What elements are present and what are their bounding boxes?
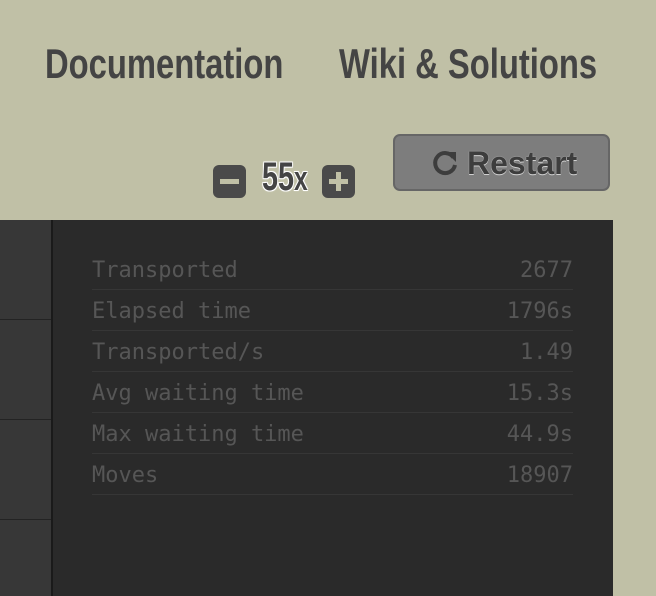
floor-1 xyxy=(0,220,51,320)
stat-row-max-waiting-time: Max waiting time 44.9s xyxy=(92,414,573,454)
stat-value: 15.3s xyxy=(506,381,573,406)
stat-label: Moves xyxy=(92,463,159,488)
documentation-link[interactable]: Documentation xyxy=(45,40,283,88)
speed-multiplier: 55x xyxy=(262,155,308,200)
stat-row-transported-per-second: Transported/s 1.49 xyxy=(92,332,573,372)
stat-label: Transported xyxy=(92,258,238,283)
floor-3 xyxy=(0,420,51,520)
stat-value: 1.49 xyxy=(520,340,573,365)
restart-button[interactable]: Restart xyxy=(393,134,610,191)
restart-label: Restart xyxy=(467,145,578,181)
speed-value-suffix: x xyxy=(294,160,308,198)
stat-label: Avg waiting time xyxy=(92,381,304,406)
stat-label: Max waiting time xyxy=(92,422,304,447)
minus-icon xyxy=(220,179,239,184)
speed-value-number: 55 xyxy=(262,155,295,199)
speed-increase-button[interactable] xyxy=(322,165,355,198)
wiki-solutions-link[interactable]: Wiki & Solutions xyxy=(339,40,597,88)
stat-row-elapsed-time: Elapsed time 1796s xyxy=(92,291,573,331)
floor-2 xyxy=(0,320,51,420)
stat-value: 2677 xyxy=(520,258,573,283)
stat-value: 18907 xyxy=(506,463,573,488)
stat-row-moves: Moves 18907 xyxy=(92,455,573,495)
game-panel: Transported 2677 Elapsed time 1796s Tran… xyxy=(0,220,613,596)
stat-value: 44.9s xyxy=(506,422,573,447)
stat-row-transported: Transported 2677 xyxy=(92,250,573,290)
stats-table: Transported 2677 Elapsed time 1796s Tran… xyxy=(92,250,573,496)
stat-label: Elapsed time xyxy=(92,299,251,324)
elevator-shaft-divider xyxy=(51,220,53,596)
speed-decrease-button[interactable] xyxy=(213,165,246,198)
restart-arrow-icon xyxy=(433,151,457,176)
stat-value: 1796s xyxy=(506,299,573,324)
stat-row-avg-waiting-time: Avg waiting time 15.3s xyxy=(92,373,573,413)
stat-label: Transported/s xyxy=(92,340,265,365)
floor-4 xyxy=(0,520,51,596)
